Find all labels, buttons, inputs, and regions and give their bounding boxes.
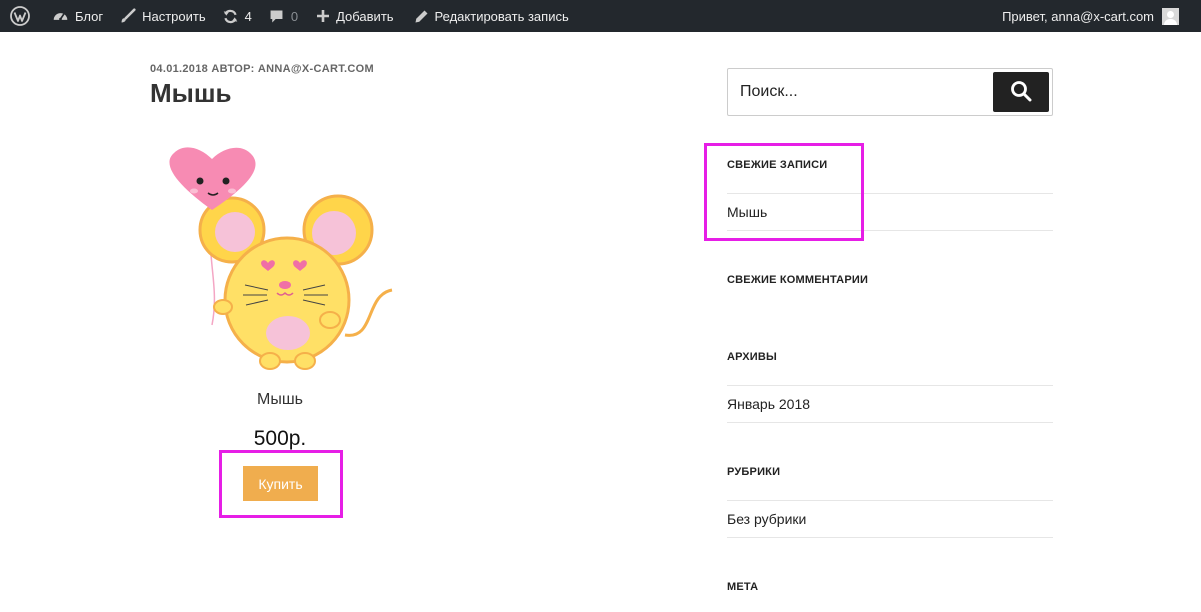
comments-count: 0 xyxy=(290,8,299,24)
widget-title-categories: РУБРИКИ xyxy=(727,466,781,478)
admin-bar: Блог Настроить 4 0 Добавить Редактироват… xyxy=(0,0,1201,32)
divider xyxy=(727,422,1053,423)
divider xyxy=(727,537,1053,538)
updates-count: 4 xyxy=(244,8,252,24)
comment-icon xyxy=(268,8,285,25)
customize-label: Настроить xyxy=(142,8,206,24)
widget-title-recent-comments: СВЕЖИЕ КОММЕНТАРИИ xyxy=(727,274,869,286)
greeting-text: Привет, anna@x-cart.com xyxy=(1002,8,1154,24)
search-button[interactable] xyxy=(993,72,1049,112)
dashboard-icon xyxy=(52,8,69,25)
widget-title-archives: АРХИВЫ xyxy=(727,351,778,363)
pencil-icon xyxy=(414,9,429,24)
blog-label: Блог xyxy=(75,8,104,24)
search-icon xyxy=(1010,80,1032,105)
product-name: Мышь xyxy=(257,391,303,408)
divider xyxy=(727,500,1053,501)
search-input[interactable] xyxy=(728,69,990,115)
search-form xyxy=(727,68,1053,116)
post-meta: 04.01.2018 АВТОР: ANNA@X-CART.COM xyxy=(150,63,374,75)
category-link[interactable]: Без рубрики xyxy=(727,511,806,527)
product-price: 500р. xyxy=(253,427,307,450)
updates-icon xyxy=(222,8,239,25)
edit-post-menu[interactable]: Редактировать запись xyxy=(402,0,577,32)
add-label: Добавить xyxy=(336,8,394,24)
archive-link[interactable]: Январь 2018 xyxy=(727,396,810,412)
wordpress-menu[interactable] xyxy=(0,0,38,32)
recent-posts-highlight xyxy=(704,143,864,241)
buy-button[interactable]: Купить xyxy=(243,466,318,501)
plus-icon xyxy=(316,9,330,23)
widget-title-meta: МЕТА xyxy=(727,581,759,593)
new-content-menu[interactable]: Добавить xyxy=(306,0,401,32)
edit-post-label: Редактировать запись xyxy=(434,8,569,24)
post-title: Мышь xyxy=(150,78,232,108)
avatar xyxy=(1162,7,1179,25)
mouse-illustration xyxy=(169,147,393,370)
divider xyxy=(727,385,1053,386)
comments-menu[interactable]: 0 xyxy=(260,0,306,32)
my-account-menu[interactable]: Привет, anna@x-cart.com xyxy=(1002,0,1201,32)
brush-icon xyxy=(119,7,136,25)
site-name-menu[interactable]: Блог xyxy=(38,0,111,32)
updates-menu[interactable]: 4 xyxy=(214,0,260,32)
wordpress-icon xyxy=(10,6,30,26)
product-image xyxy=(160,135,400,380)
customize-menu[interactable]: Настроить xyxy=(111,0,214,32)
